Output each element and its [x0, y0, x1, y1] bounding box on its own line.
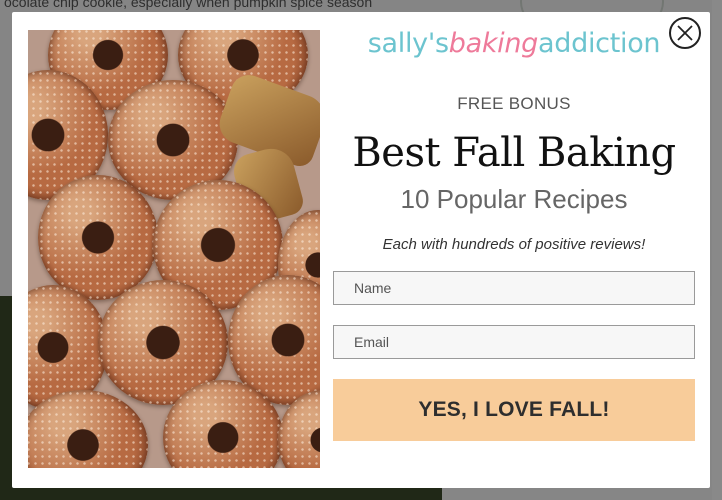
modal-headline: Best Fall Baking [352, 130, 676, 176]
modal-tagline: Each with hundreds of positive reviews! [382, 236, 646, 253]
submit-button[interactable]: YES, I LOVE FALL! [333, 379, 695, 441]
brand-logo-part-2: baking [448, 28, 539, 59]
email-field[interactable] [333, 325, 695, 359]
signup-modal: sally'sbakingaddiction FREE BONUS Best F… [12, 12, 710, 488]
name-field[interactable] [333, 271, 695, 305]
signup-panel: sally'sbakingaddiction FREE BONUS Best F… [332, 12, 696, 488]
modal-subheadline: 10 Popular Recipes [400, 184, 628, 214]
brand-logo-part-3: addiction [538, 28, 661, 59]
brand-logo-part-1: sally's [367, 28, 449, 59]
donut-image-11 [28, 390, 148, 468]
brand-logo: sally'sbakingaddiction [332, 28, 696, 59]
donut-image-5 [38, 175, 158, 300]
donuts-photo [28, 30, 320, 468]
bonus-label: FREE BONUS [457, 94, 571, 113]
